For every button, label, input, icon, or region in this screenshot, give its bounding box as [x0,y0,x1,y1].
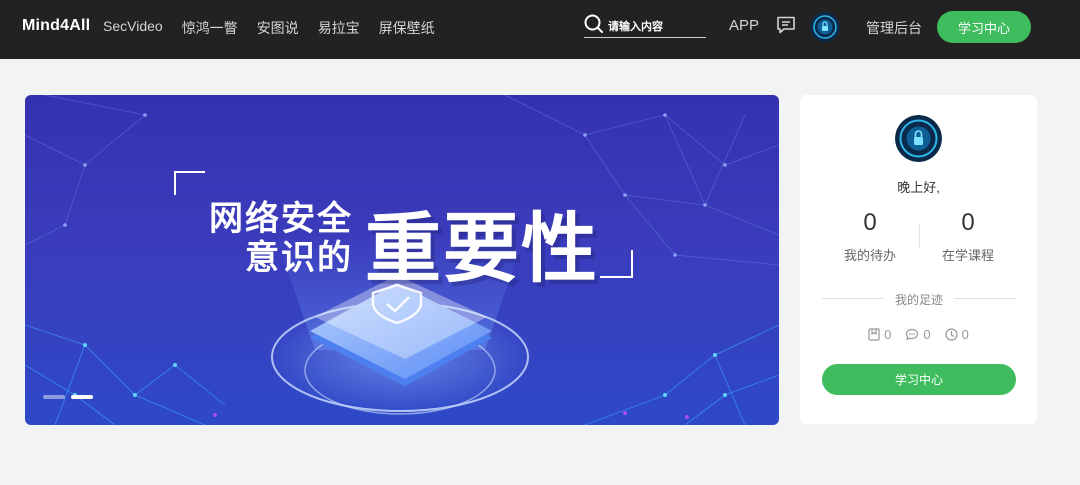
todo-label: 我的待办 [843,248,896,263]
comment-icon [906,328,919,341]
app-link[interactable]: APP [729,17,759,34]
banner-slogan-highlight: 重要性 [365,207,599,292]
search-box [584,14,706,38]
nav-item-yilabao[interactable]: 易拉宝 [318,18,360,38]
carousel-dot-2[interactable] [71,395,93,399]
history-count: 0 [961,327,969,342]
bookmark-count: 0 [884,327,892,342]
footprint-title: 我的足迹 [822,291,1016,308]
admin-link[interactable]: 管理后台 [866,18,922,38]
nav-item-wallpaper[interactable]: 屏保壁纸 [379,18,435,38]
main-nav: SecVideo 惊鸿一瞥 安图说 易拉宝 屏保壁纸 [103,18,435,38]
footprint-counters: 0 0 0 [800,327,1037,342]
courses-stat[interactable]: 0 在学课程 [918,209,1018,264]
user-avatar-image [895,115,942,162]
history-counter[interactable]: 0 [945,327,969,342]
carousel-indicators [43,395,93,399]
todo-count: 0 [863,209,877,236]
nav-item-antushuo[interactable]: 安图说 [257,18,299,38]
banner-carousel[interactable]: 网络安全 意识的 重要性 [25,95,779,425]
bookmark-icon [868,328,880,341]
search-input[interactable] [608,19,704,35]
bookmark-counter[interactable]: 0 [868,327,891,342]
greeting-text: 晚上好, [897,180,940,195]
user-avatar[interactable] [895,115,942,162]
message-icon[interactable] [776,16,796,34]
learning-center-button[interactable]: 学习中心 [937,11,1031,43]
carousel-dot-1[interactable] [43,395,65,399]
top-nav-bar: Mind4All SecVideo 惊鸿一瞥 安图说 易拉宝 屏保壁纸 APP … [0,0,1080,59]
avatar[interactable] [810,12,840,42]
nav-item-jinghong[interactable]: 惊鸿一瞥 [182,18,238,38]
courses-count: 0 [961,209,975,236]
todo-stat[interactable]: 0 我的待办 [820,209,920,264]
comment-count: 0 [923,327,931,342]
card-learning-center-button[interactable]: 学习中心 [822,364,1016,395]
banner-slogan-line2: 意识的 [245,239,353,277]
avatar-image [810,12,840,42]
user-card: 晚上好, 0 我的待办 0 在学课程 我的足迹 0 0 0 学习中心 [800,95,1037,424]
brand-logo[interactable]: Mind4All [22,17,90,35]
comment-counter[interactable]: 0 [905,327,931,342]
courses-label: 在学课程 [941,248,994,263]
nav-item-secvideo[interactable]: SecVideo [103,18,163,38]
clock-icon [945,328,958,341]
search-icon[interactable] [584,14,604,34]
